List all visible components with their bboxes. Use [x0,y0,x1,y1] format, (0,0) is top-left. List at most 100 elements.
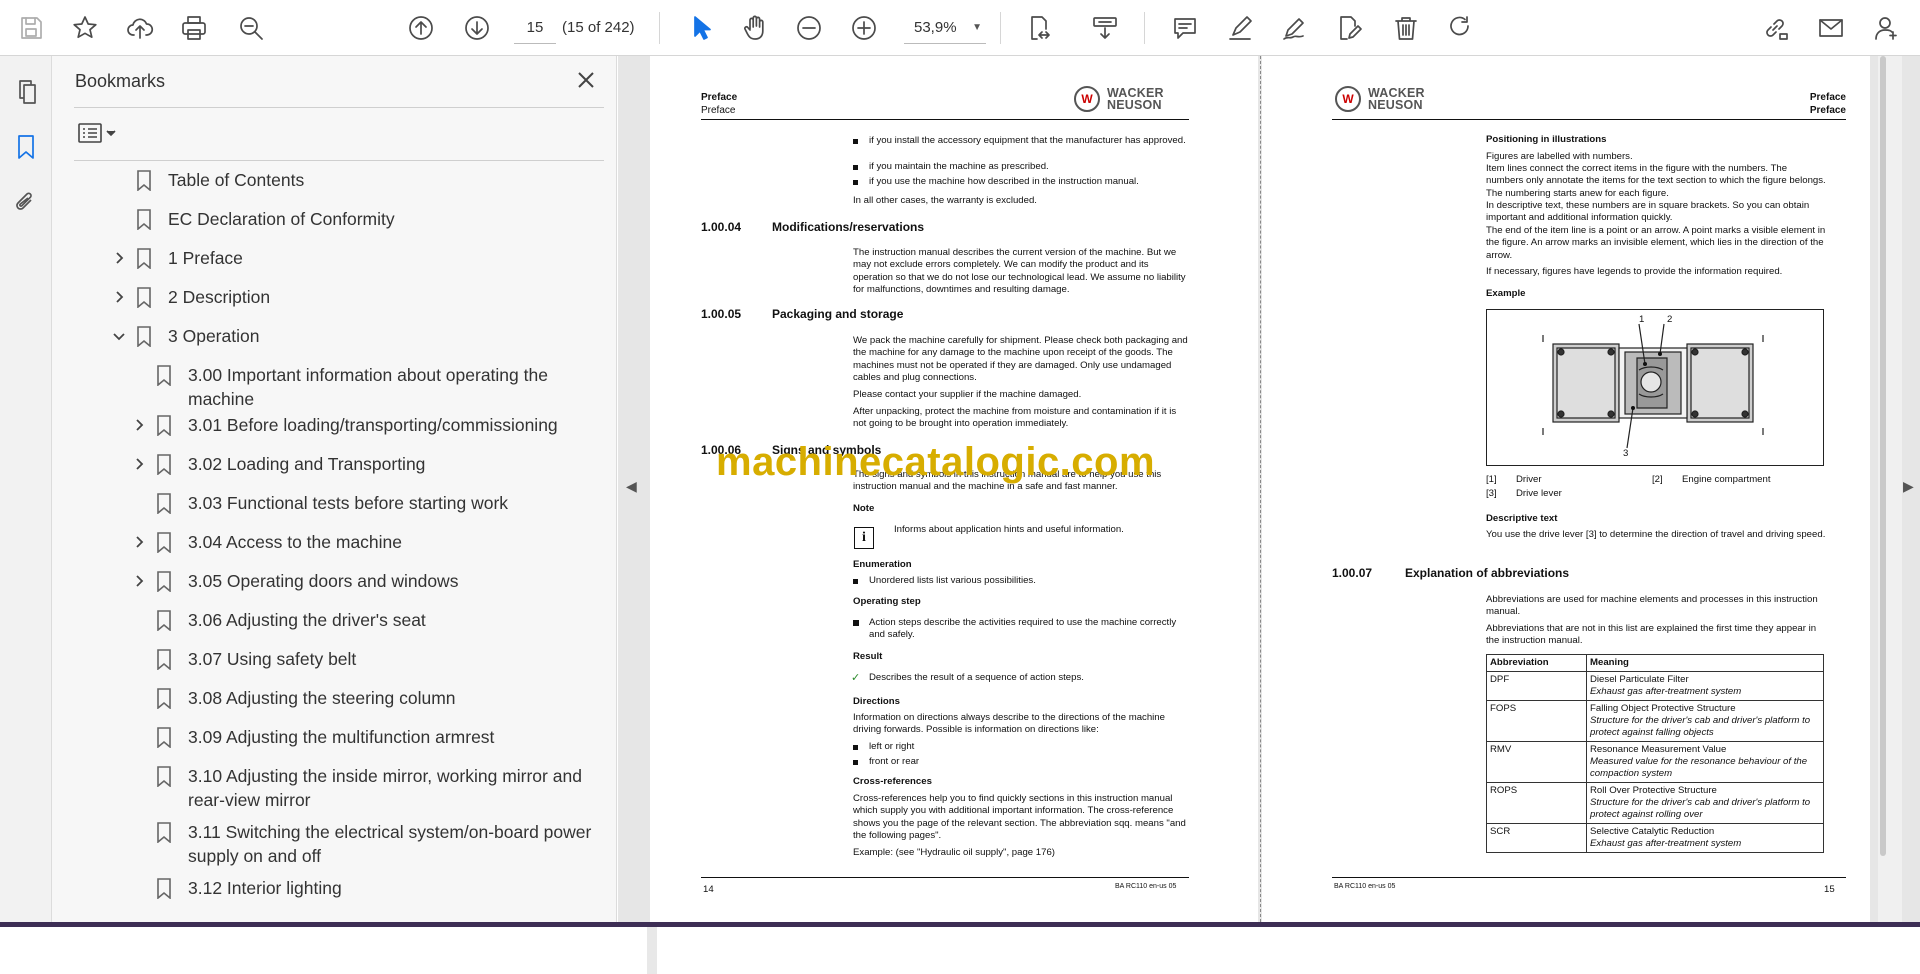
bookmark-ribbon-icon [136,209,152,231]
rotate-icon[interactable] [1443,10,1477,46]
abbreviation-cell: RMV [1486,741,1587,783]
document-scrollbar-thumb[interactable] [1880,56,1886,856]
highlight-pen-icon[interactable] [1223,10,1257,46]
bookmark-label: 3.05 Operating doors and windows [188,571,459,591]
meaning-text: Falling Object Protective Structure [1590,703,1736,714]
table-row: RMV Resonance Measurement Value Measured v… [1486,741,1824,783]
print-icon[interactable] [177,10,211,46]
wacker-neuson-logo: W WACKER NEUSON [1335,86,1425,112]
bookmark-ribbon-icon [156,822,172,844]
figure-callout: 3 [1623,448,1629,459]
chevron-right-icon[interactable] [111,285,127,309]
zoom-out-icon[interactable] [792,10,826,46]
bookmark-options-button[interactable] [76,119,122,147]
subheading: Descriptive text [1486,513,1558,524]
running-subheader: Preface [1809,105,1846,116]
table-row: DPF Diesel Particulate Filter Exhaust gas … [1486,671,1824,701]
page-footer-number: 14 [703,884,714,895]
list-item: Unordered lists list various possibiliti… [853,575,1189,587]
save-icon[interactable] [14,10,48,46]
zoom-dropdown[interactable]: 53,9% ▼ [904,12,986,44]
upload-cloud-icon[interactable] [123,10,157,46]
chevron-down-icon: ▼ [972,22,982,33]
paragraph: Please contact your supplier if the mach… [853,389,1082,400]
running-header: Preface [701,92,738,103]
chevron-right-icon[interactable] [111,246,127,270]
subheading: Result [853,651,883,662]
wacker-neuson-logo: W WACKER NEUSON [1074,86,1164,112]
taskbar-strip [0,922,1920,927]
meaning-detail: Exhaust gas after-treatment system [1590,686,1742,697]
legend-number: [1] [1486,474,1497,485]
bookmark-label: 3.02 Loading and Transporting [188,454,426,474]
delete-icon[interactable] [1389,10,1423,46]
paragraph: Item lines connect the correct items in … [1486,163,1826,199]
paragraph: The end of the item line is a point or a… [1486,225,1826,261]
add-user-icon[interactable] [1870,10,1904,46]
page-fit-icon[interactable] [1018,10,1062,46]
table-row: FOPS Falling Object Protective Structure S… [1486,700,1824,742]
select-cursor-icon[interactable] [684,10,718,46]
sign-icon[interactable] [1277,10,1311,46]
legend-text: Driver [1516,474,1542,485]
attachments-paperclip-icon[interactable] [11,187,41,217]
bookmark-ribbon-icon [156,878,172,900]
meaning-cell: Falling Object Protective Structure Struc… [1586,700,1824,742]
page-thumbnails-icon[interactable] [11,77,41,107]
subheading: Directions [853,696,900,707]
find-zoom-icon[interactable] [234,10,268,46]
close-icon[interactable] [572,66,600,94]
share-link-icon[interactable] [1757,10,1793,46]
navigation-rail [0,56,52,927]
bookmark-ribbon-icon [156,727,172,749]
list-item: if you maintain the machine as prescribe… [853,161,1189,173]
bookmark-label: 1 Preface [168,248,243,268]
paragraph: Cross-references help you to find quickl… [853,793,1186,841]
chevron-right-icon[interactable] [131,530,147,554]
meaning-cell: Roll Over Protective Structure Structure … [1586,782,1824,824]
bookmarks-panel: Bookmarks Table of Contents EC Declaratio… [52,56,657,974]
subheading: Example [1486,288,1526,299]
bookmark-tree: Table of Contents EC Declaration of Confo… [72,168,592,922]
zoom-in-icon[interactable] [847,10,881,46]
next-page-icon[interactable] [460,10,494,46]
comment-icon[interactable] [1168,10,1202,46]
meaning-text: Resonance Measurement Value [1590,744,1727,755]
chevron-right-icon[interactable] [131,569,147,593]
paragraph: We pack the machine carefully for shipme… [853,335,1188,383]
roller-machine-drawing [1542,323,1764,449]
bookmark-ribbon-icon [136,248,152,270]
bookmark-ribbon-icon [156,766,172,788]
list-item: ✓ Describes the result of a sequence of a… [851,672,1084,684]
edit-pdf-icon[interactable] [1332,10,1366,46]
previous-page-arrow-icon[interactable]: ◀ [626,478,637,495]
paragraph: In descriptive text, these numbers are i… [1486,200,1810,224]
email-icon[interactable] [1814,10,1848,46]
bookmark-ribbon-icon [156,365,172,387]
bookmark-label: 3.11 Switching the electrical system/on-… [188,822,592,866]
table-header-row: Abbreviation Meaning [1486,654,1824,672]
legend-number: [2] [1652,474,1663,485]
chevron-right-icon[interactable] [131,452,147,476]
paragraph: After unpacking, protect the machine fro… [853,406,1177,430]
bookmarks-icon[interactable] [11,132,41,162]
scroll-mode-icon[interactable] [1087,10,1123,46]
chevron-right-icon[interactable] [131,413,147,437]
page-divider [1260,56,1261,922]
abbreviation-cell: SCR [1486,823,1587,853]
subheading: Note [853,503,875,514]
next-page-arrow-icon[interactable]: ▶ [1903,478,1914,495]
page-number-input[interactable] [514,12,556,44]
info-icon: i [854,527,874,549]
bookmark-label: 3.10 Adjusting the inside mirror, workin… [188,766,582,810]
bookmark-star-icon[interactable] [68,10,102,46]
section-number: 1.00.04 [701,220,742,234]
hand-tool-icon[interactable] [738,10,772,46]
previous-page-icon[interactable] [404,10,438,46]
figure-callout: 1 [1639,314,1645,325]
figure-callout: 2 [1667,314,1673,325]
subheading: Operating step [853,596,921,607]
chevron-down-icon[interactable] [111,324,127,348]
bookmark-ribbon-icon [156,688,172,710]
meaning-cell: Resonance Measurement Value Measured valu… [1586,741,1824,783]
